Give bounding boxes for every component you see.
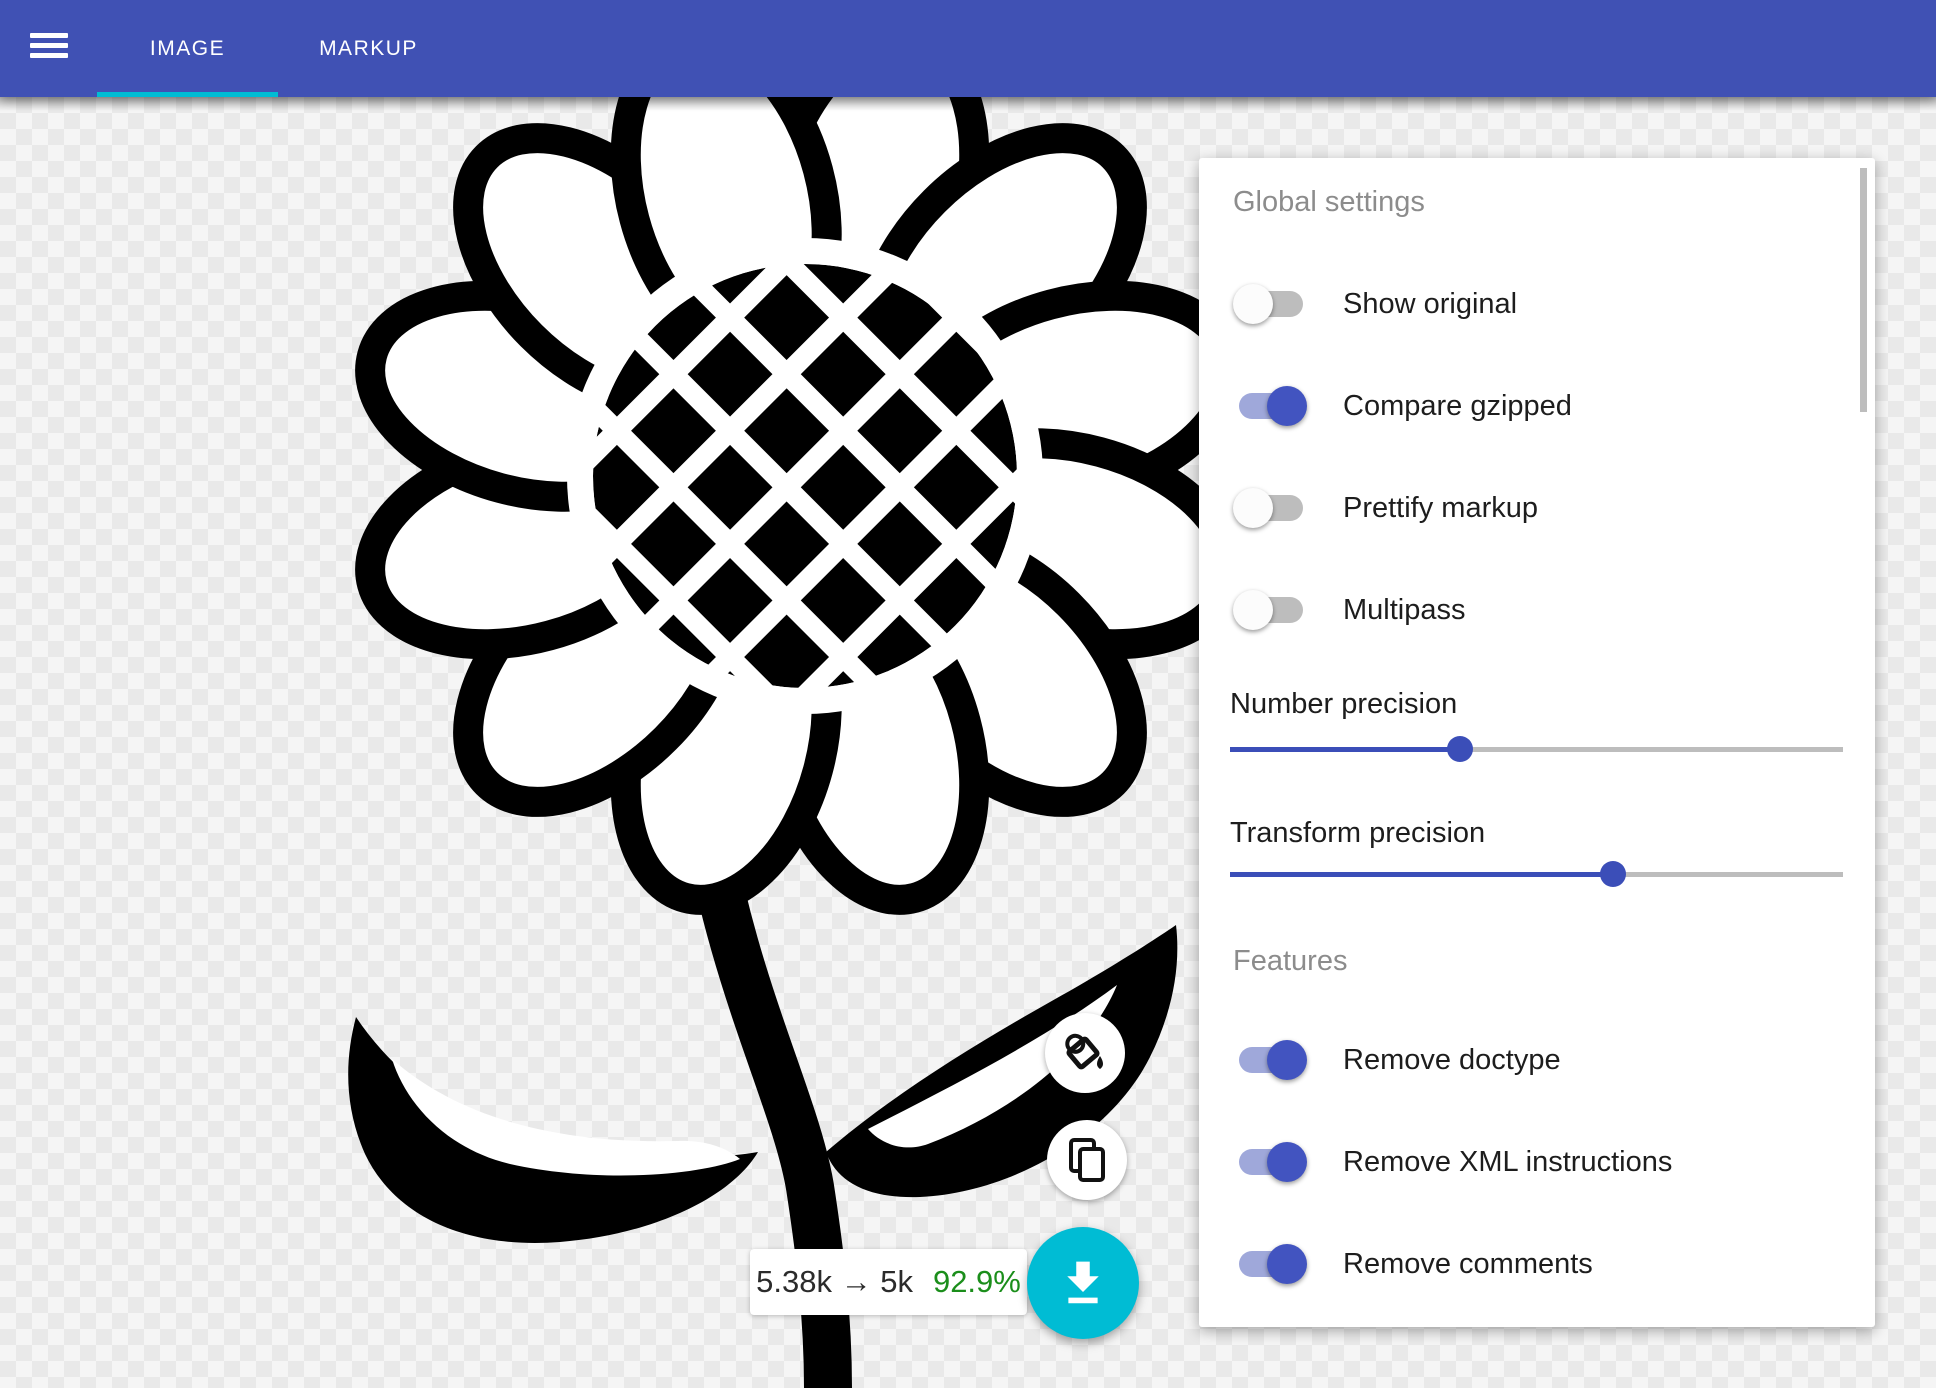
active-tab-indicator (97, 92, 278, 97)
copy-icon (1063, 1136, 1111, 1184)
compare-gzipped-switch[interactable] (1233, 386, 1307, 426)
toggle-label: Remove doctype (1343, 1044, 1561, 1077)
number-precision-label: Number precision (1230, 688, 1457, 721)
remove-comments-switch[interactable] (1233, 1244, 1307, 1284)
number-precision-slider[interactable] (1230, 736, 1843, 762)
switch-thumb (1267, 1142, 1307, 1182)
tab-markup[interactable]: MARKUP (278, 0, 459, 97)
toggle-label: Remove comments (1343, 1248, 1593, 1281)
toggle-label: Compare gzipped (1343, 390, 1572, 423)
toggle-row-remove-xml-instructions[interactable]: Remove XML instructions (1233, 1142, 1307, 1182)
toggle-row-remove-doctype[interactable]: Remove doctype (1233, 1040, 1307, 1080)
slider-thumb[interactable] (1600, 861, 1626, 887)
slider-thumb[interactable] (1447, 736, 1473, 762)
toggle-row-compare-gzipped[interactable]: Compare gzipped (1233, 386, 1307, 426)
toggle-row-show-original[interactable]: Show original (1233, 284, 1307, 324)
flower-left-leaf (348, 1017, 758, 1243)
hamburger-icon (30, 53, 68, 58)
copy-markup-button[interactable] (1047, 1120, 1127, 1200)
toggle-row-multipass[interactable]: Multipass (1233, 590, 1307, 630)
tab-image[interactable]: IMAGE (97, 0, 278, 97)
download-icon (1056, 1256, 1110, 1310)
toggle-row-remove-comments[interactable]: Remove comments (1233, 1244, 1307, 1284)
features-heading: Features (1233, 945, 1347, 978)
app-toolbar: IMAGE MARKUP (0, 0, 1936, 97)
switch-thumb (1267, 1040, 1307, 1080)
svgomg-app: 5.38k → 5k 92.9% Global settings (0, 0, 1936, 1388)
transform-precision-slider[interactable] (1230, 861, 1843, 887)
toggle-label: Prettify markup (1343, 492, 1538, 525)
slider-fill (1230, 747, 1460, 752)
prettify-markup-switch[interactable] (1233, 488, 1307, 528)
switch-thumb (1267, 1244, 1307, 1284)
size-percent-text: 92.9% (933, 1264, 1021, 1300)
switch-thumb (1233, 488, 1273, 528)
flower-lattice-center (593, 264, 1017, 688)
global-settings-heading: Global settings (1233, 186, 1425, 219)
menu-button[interactable] (22, 22, 76, 72)
toggle-row-prettify-markup[interactable]: Prettify markup (1233, 488, 1307, 528)
remove-doctype-switch[interactable] (1233, 1040, 1307, 1080)
paint-bucket-icon (1061, 1029, 1109, 1077)
show-original-switch[interactable] (1233, 284, 1307, 324)
download-button[interactable] (1027, 1227, 1139, 1339)
remove-xml-instructions-switch[interactable] (1233, 1142, 1307, 1182)
size-result-badge: 5.38k → 5k 92.9% (750, 1249, 1027, 1315)
hamburger-icon (30, 33, 68, 38)
slider-fill (1230, 872, 1613, 877)
transform-precision-label: Transform precision (1230, 817, 1485, 850)
toggle-label: Show original (1343, 288, 1517, 321)
switch-thumb (1233, 284, 1273, 324)
switch-thumb (1267, 386, 1307, 426)
hamburger-icon (30, 43, 68, 48)
background-theme-button[interactable] (1045, 1013, 1125, 1093)
switch-thumb (1233, 590, 1273, 630)
toggle-label: Multipass (1343, 594, 1466, 627)
panel-scrollbar[interactable] (1860, 168, 1867, 412)
settings-panel: Global settings Show original Compare gz… (1199, 158, 1875, 1327)
multipass-switch[interactable] (1233, 590, 1307, 630)
size-comparison-text: 5.38k → 5k (756, 1264, 913, 1300)
toggle-label: Remove XML instructions (1343, 1146, 1672, 1179)
